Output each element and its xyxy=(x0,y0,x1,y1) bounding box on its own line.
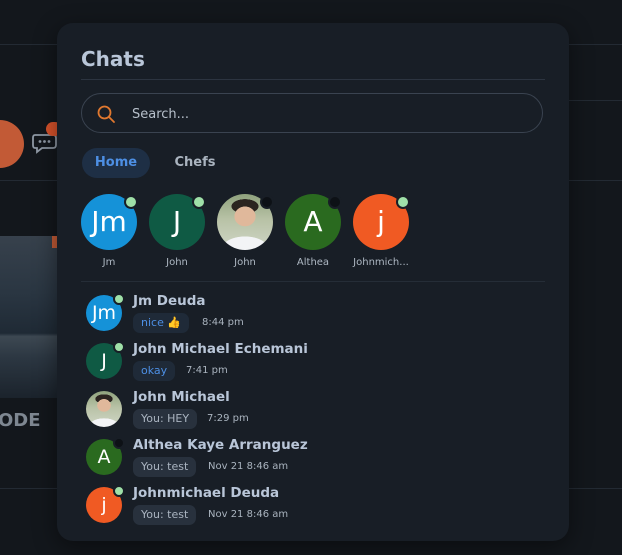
search-bar[interactable] xyxy=(81,93,543,133)
story-name: Althea xyxy=(296,257,330,268)
story-item[interactable]: J John xyxy=(145,194,209,268)
online-status-dot xyxy=(192,195,206,209)
avatar[interactable]: A xyxy=(285,194,342,250)
last-message: You: HEY xyxy=(133,409,198,429)
avatar-initial: Jm xyxy=(91,302,117,324)
chat-name: Althea Kaye Arranguez xyxy=(133,437,308,453)
online-status-dot xyxy=(113,485,125,497)
offline-status-dot xyxy=(328,195,342,209)
tab-chefs[interactable]: Chefs xyxy=(165,148,225,178)
title-divider xyxy=(81,79,545,80)
last-message: You: test xyxy=(133,505,197,525)
offline-status-dot xyxy=(260,195,274,209)
message-time: Nov 21 8:46 am xyxy=(208,461,289,472)
chat-name: John Michael Echemani xyxy=(133,341,308,357)
online-status-dot xyxy=(113,293,125,305)
online-status-dot xyxy=(396,195,410,209)
avatar-initial: J xyxy=(101,350,107,372)
bg-post-title: ODE xyxy=(0,410,41,431)
chat-name: Jm Deuda xyxy=(133,293,206,309)
message-time: Nov 21 8:46 am xyxy=(208,509,289,520)
online-status-dot xyxy=(124,195,138,209)
online-status-dot xyxy=(113,341,125,353)
avatar-photo[interactable] xyxy=(217,194,274,250)
avatar-initial: j xyxy=(101,494,107,516)
story-name: John xyxy=(166,257,188,268)
story-name: John xyxy=(234,257,256,268)
story-item[interactable]: John xyxy=(213,194,277,268)
bg-avatar[interactable] xyxy=(0,120,24,168)
search-icon xyxy=(97,105,115,123)
chat-list-item[interactable]: j Johnmichael Deuda You: test Nov 21 8:4… xyxy=(84,485,544,529)
chat-list-item[interactable]: A Althea Kaye Arranguez You: test Nov 21… xyxy=(84,437,544,481)
chat-list-item[interactable]: Jm Jm Deuda nice 👍 8:44 pm xyxy=(84,293,544,337)
avatar-initial: A xyxy=(97,446,111,468)
chat-name: John Michael xyxy=(133,389,230,405)
story-item[interactable]: A Althea xyxy=(281,194,345,268)
last-message: okay xyxy=(133,361,176,381)
avatar[interactable]: J xyxy=(149,194,206,250)
story-item[interactable]: Jm Jm xyxy=(77,194,141,268)
search-input[interactable] xyxy=(130,102,524,126)
chat-name: Johnmichael Deuda xyxy=(133,485,280,501)
last-message: You: test xyxy=(133,457,197,477)
chats-panel: Chats Home Chefs Jm Jm J John John A xyxy=(57,23,569,541)
avatar-photo xyxy=(86,391,122,427)
panel-title: Chats xyxy=(81,47,145,71)
message-time: 8:44 pm xyxy=(202,317,244,328)
tab-home[interactable]: Home xyxy=(82,148,150,178)
stories-divider xyxy=(81,281,545,282)
avatar-initial: j xyxy=(377,205,385,238)
story-name: Jm xyxy=(102,257,116,268)
message-time: 7:29 pm xyxy=(207,413,249,424)
story-name: Johnmich... xyxy=(353,257,409,268)
offline-status-dot xyxy=(113,437,125,449)
avatar[interactable]: Jm xyxy=(81,194,138,250)
story-item[interactable]: j Johnmich... xyxy=(349,194,413,268)
chat-list-item[interactable]: John Michael You: HEY 7:29 pm xyxy=(84,389,544,433)
avatar-initial: Jm xyxy=(91,205,127,238)
message-time: 7:41 pm xyxy=(186,365,228,376)
bg-divider xyxy=(560,100,622,101)
avatar-initial: J xyxy=(172,205,182,238)
avatar-initial: A xyxy=(303,205,323,238)
last-message: nice 👍 xyxy=(133,313,190,333)
bg-post-image[interactable] xyxy=(0,236,64,398)
chat-list-item[interactable]: J John Michael Echemani okay 7:41 pm xyxy=(84,341,544,385)
avatar[interactable]: j xyxy=(353,194,410,250)
